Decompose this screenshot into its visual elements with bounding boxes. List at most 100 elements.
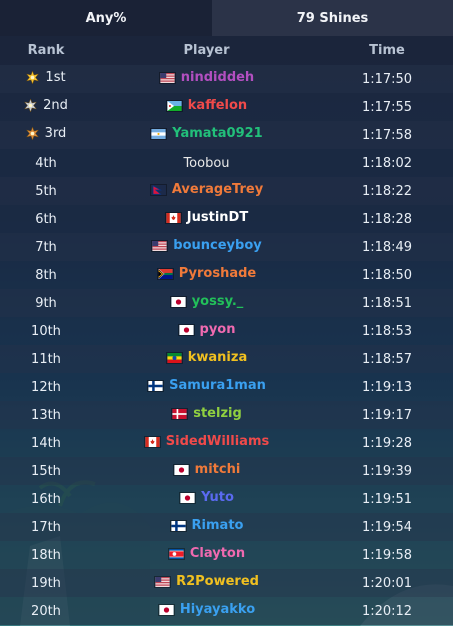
time-column-header[interactable]: Time	[321, 36, 453, 65]
rank-cell: 6th	[0, 205, 92, 233]
player-cell: mitchi	[92, 457, 321, 485]
time-cell: 1:18:28	[321, 205, 453, 233]
table-row[interactable]: 15th mitchi 1:19:39	[0, 457, 453, 485]
rank-cell: 8th	[0, 261, 92, 289]
player-name-link[interactable]: JustinDT	[187, 210, 248, 225]
time-cell: 1:17:50	[321, 65, 453, 93]
player-name-link[interactable]: AverageTrey	[172, 182, 263, 197]
rank-wrap: 17th	[31, 520, 61, 535]
table-row[interactable]: 12th Samura1man 1:19:13	[0, 373, 453, 401]
table-row[interactable]: 19th R2Powered 1:20:01	[0, 569, 453, 597]
player-name-link[interactable]: Toobou	[183, 156, 229, 171]
rank-wrap: 7th	[35, 240, 57, 255]
leaderboard-rows: 1st nindiddeh 1:17:50 2nd kaffelon 1:17:55 3rd…	[0, 65, 453, 625]
player-wrap: Pyroshade	[156, 266, 256, 281]
player-wrap: SidedWilliams	[143, 434, 269, 449]
rank-wrap: 11th	[31, 352, 61, 367]
flag-denmark-icon	[171, 407, 189, 420]
player-name-link[interactable]: pyon	[200, 322, 236, 337]
player-wrap: kaffelon	[165, 98, 247, 113]
rank-cell: 5th	[0, 177, 92, 205]
table-row[interactable]: 1st nindiddeh 1:17:50	[0, 65, 453, 93]
player-name-link[interactable]: R2Powered	[176, 574, 259, 589]
flag-finland-icon	[147, 379, 165, 392]
player-cell: AverageTrey	[92, 177, 321, 205]
player-cell: Yamata0921	[92, 121, 321, 149]
flag-canada-icon	[143, 435, 161, 448]
player-column-header[interactable]: Player	[92, 36, 321, 65]
rank-wrap: 14th	[31, 436, 61, 451]
player-name-link[interactable]: stelzig	[193, 406, 242, 421]
flag-japan-icon	[177, 323, 195, 336]
rank-label: 5th	[35, 183, 57, 199]
flag-usa-icon	[158, 71, 176, 84]
player-name-link[interactable]: Yamata0921	[172, 126, 262, 141]
flag-japan-icon	[172, 463, 190, 476]
table-row[interactable]: 14th SidedWilliams 1:19:28	[0, 429, 453, 457]
table-row[interactable]: 18th Clayton 1:19:58	[0, 541, 453, 569]
table-row[interactable]: 7th bounceyboy 1:18:49	[0, 233, 453, 261]
player-cell: Toobou	[92, 149, 321, 177]
table-row[interactable]: 2nd kaffelon 1:17:55	[0, 93, 453, 121]
time-cell: 1:20:12	[321, 597, 453, 625]
player-name-link[interactable]: yossy._	[192, 294, 244, 309]
player-cell: Rimato	[92, 513, 321, 541]
table-row[interactable]: 11th kwaniza 1:18:57	[0, 345, 453, 373]
player-cell: stelzig	[92, 401, 321, 429]
rank-cell: 10th	[0, 317, 92, 345]
time-cell: 1:18:22	[321, 177, 453, 205]
player-wrap: Yuto	[179, 490, 234, 505]
player-name-link[interactable]: bounceyboy	[173, 238, 261, 253]
rank-cell: 11th	[0, 345, 92, 373]
player-name-link[interactable]: SidedWilliams	[166, 434, 269, 449]
rank-cell: 13th	[0, 401, 92, 429]
table-row[interactable]: 17th Rimato 1:19:54	[0, 513, 453, 541]
rank-wrap: 16th	[31, 492, 61, 507]
time-cell: 1:17:58	[321, 121, 453, 149]
rank-label: 12th	[31, 379, 61, 395]
time-cell: 1:18:02	[321, 149, 453, 177]
player-name-link[interactable]: Clayton	[190, 546, 245, 561]
time-cell: 1:19:39	[321, 457, 453, 485]
time-cell: 1:18:57	[321, 345, 453, 373]
player-name-link[interactable]: Yuto	[201, 490, 234, 505]
table-row[interactable]: 4th Toobou 1:18:02	[0, 149, 453, 177]
table-row[interactable]: 3rd Yamata0921 1:17:58	[0, 121, 453, 149]
player-name-link[interactable]: kwaniza	[188, 350, 247, 365]
player-name-link[interactable]: kaffelon	[188, 98, 247, 113]
player-name-link[interactable]: Samura1man	[169, 378, 266, 393]
player-cell: bounceyboy	[92, 233, 321, 261]
player-name-link[interactable]: nindiddeh	[181, 70, 254, 85]
rank-cell: 14th	[0, 429, 92, 457]
tab-any-percent[interactable]: Any%	[0, 0, 212, 36]
flag-japan-icon	[157, 603, 175, 616]
tab-79-shines[interactable]: 79 Shines	[212, 0, 453, 36]
flag-canada-icon	[164, 211, 182, 224]
rank-wrap: 1st	[26, 70, 66, 85]
rank-wrap: 12th	[31, 380, 61, 395]
flag-nepal-icon	[149, 183, 167, 196]
rank-cell: 18th	[0, 541, 92, 569]
table-row[interactable]: 6th JustinDT 1:18:28	[0, 205, 453, 233]
table-row[interactable]: 9th yossy._ 1:18:51	[0, 289, 453, 317]
rank-wrap: 18th	[31, 548, 61, 563]
table-row[interactable]: 16th Yuto 1:19:51	[0, 485, 453, 513]
time-cell: 1:18:50	[321, 261, 453, 289]
time-cell: 1:19:28	[321, 429, 453, 457]
rank-column-header[interactable]: Rank	[0, 36, 92, 65]
category-tabs: Any% 79 Shines	[0, 0, 453, 36]
player-name-link[interactable]: Pyroshade	[179, 266, 256, 281]
rank-label: 8th	[35, 267, 57, 283]
table-row[interactable]: 5th AverageTrey 1:18:22	[0, 177, 453, 205]
player-name-link[interactable]: mitchi	[195, 462, 241, 477]
player-name-link[interactable]: Rimato	[192, 518, 244, 533]
rank-label: 15th	[31, 463, 61, 479]
table-row[interactable]: 13th stelzig 1:19:17	[0, 401, 453, 429]
player-cell: Yuto	[92, 485, 321, 513]
table-row[interactable]: 8th Pyroshade 1:18:50	[0, 261, 453, 289]
table-row[interactable]: 20th Hiyayakko 1:20:12	[0, 597, 453, 625]
table-row[interactable]: 10th pyon 1:18:53	[0, 317, 453, 345]
player-cell: pyon	[92, 317, 321, 345]
player-name-link[interactable]: Hiyayakko	[180, 602, 255, 617]
rank-wrap: 15th	[31, 464, 61, 479]
